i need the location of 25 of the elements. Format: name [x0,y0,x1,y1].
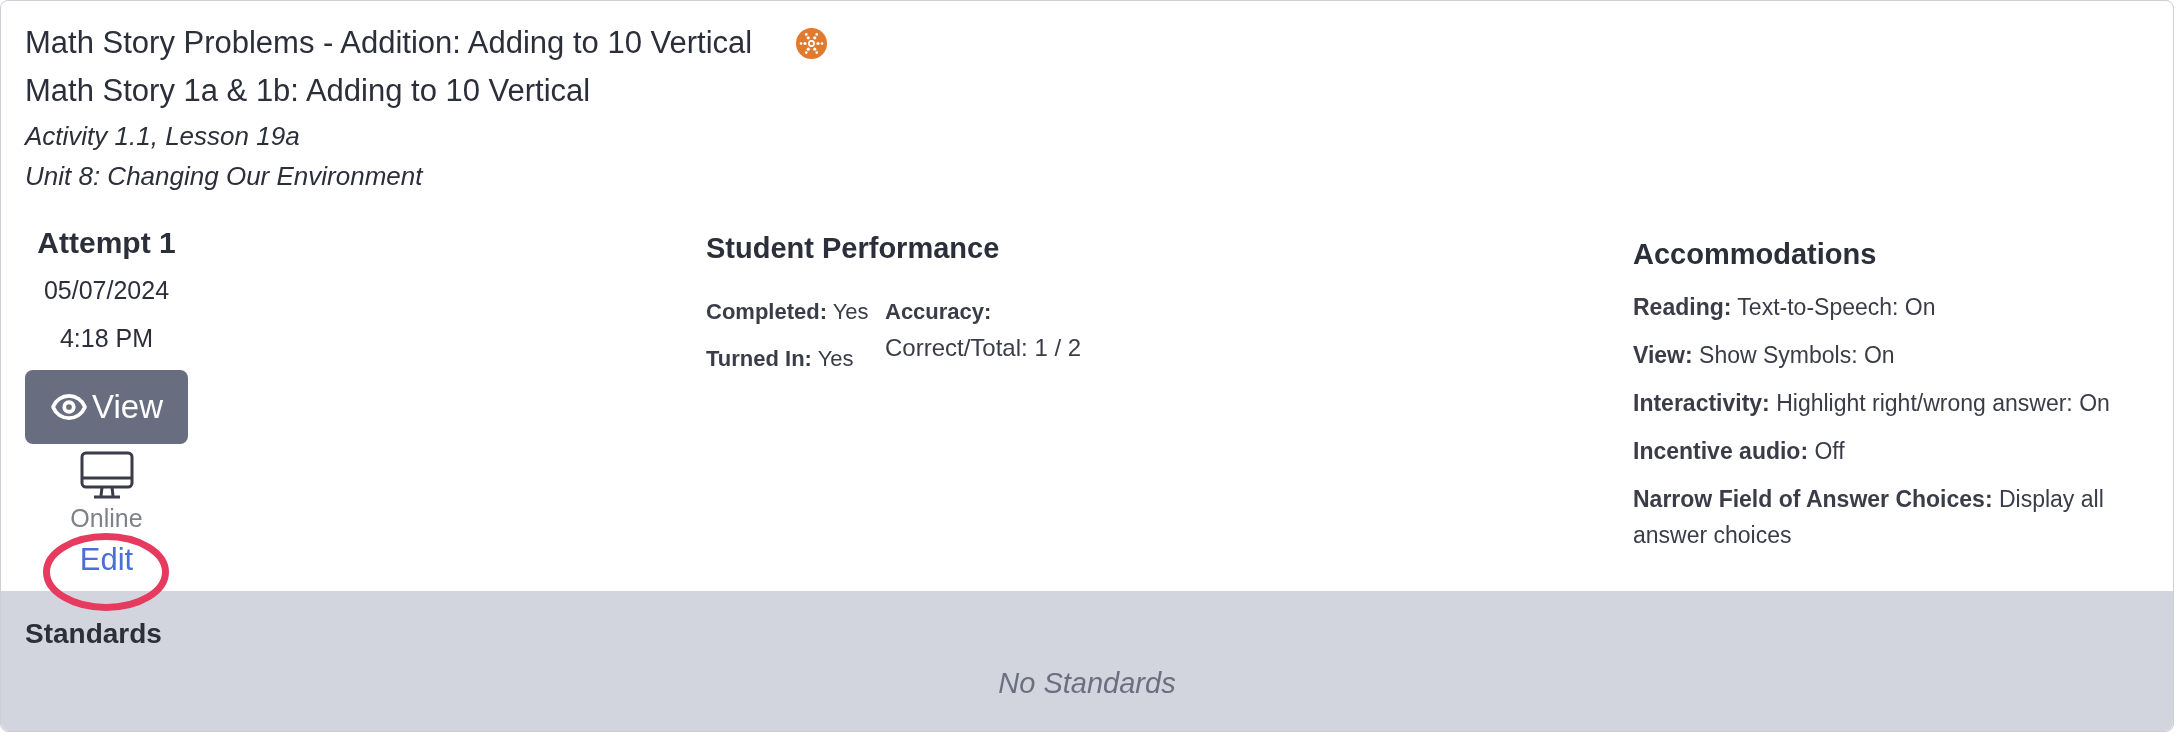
attempt-date: 05/07/2024 [43,275,170,305]
unit-text: Unit 8: Changing Our Environment [25,160,423,193]
accommodation-text: Incentive audio: Off [1633,437,1846,466]
activity-title: Math Story Problems - Addition: Adding to 10 Vertical [25,24,753,62]
performance-heading: Student Performance [706,231,1000,266]
status-text: Turned In: Yes [706,345,854,373]
edit-link[interactable]: Edit [79,543,134,577]
snowflake-icon [796,27,828,59]
accommodation-text: Narrow Field of Answer Choices: Display all answer choices [1633,485,2105,550]
status-text: Completed: Yes [706,298,869,326]
no-standards-text: No Standards [998,667,1176,699]
accommodation-text: Reading: Text-to-Speech: On [1633,293,1937,322]
accuracy-value: Correct/Total: 1 / 2 [885,333,1082,363]
view-button[interactable]: View [25,370,188,444]
monitor-icon [79,451,134,499]
mode-label: Online [70,506,143,530]
lesson-text: Activity 1.1, Lesson 19a [25,120,300,153]
accommodation-text: Interactivity: Highlight right/wrong answer: On [1633,389,2111,418]
accommodations-heading: Accommodations [1633,237,1877,272]
accuracy-label: Accuracy: [885,298,992,326]
accommodation-text: View: Show Symbols: On [1633,341,1896,370]
attempt-time: 4:18 PM [59,323,154,353]
standards-heading: Standards [25,618,162,650]
attempt-title: Attempt 1 [37,225,176,261]
activity-subtitle: Math Story 1a & 1b: Adding to 10 Vertical [25,72,591,110]
